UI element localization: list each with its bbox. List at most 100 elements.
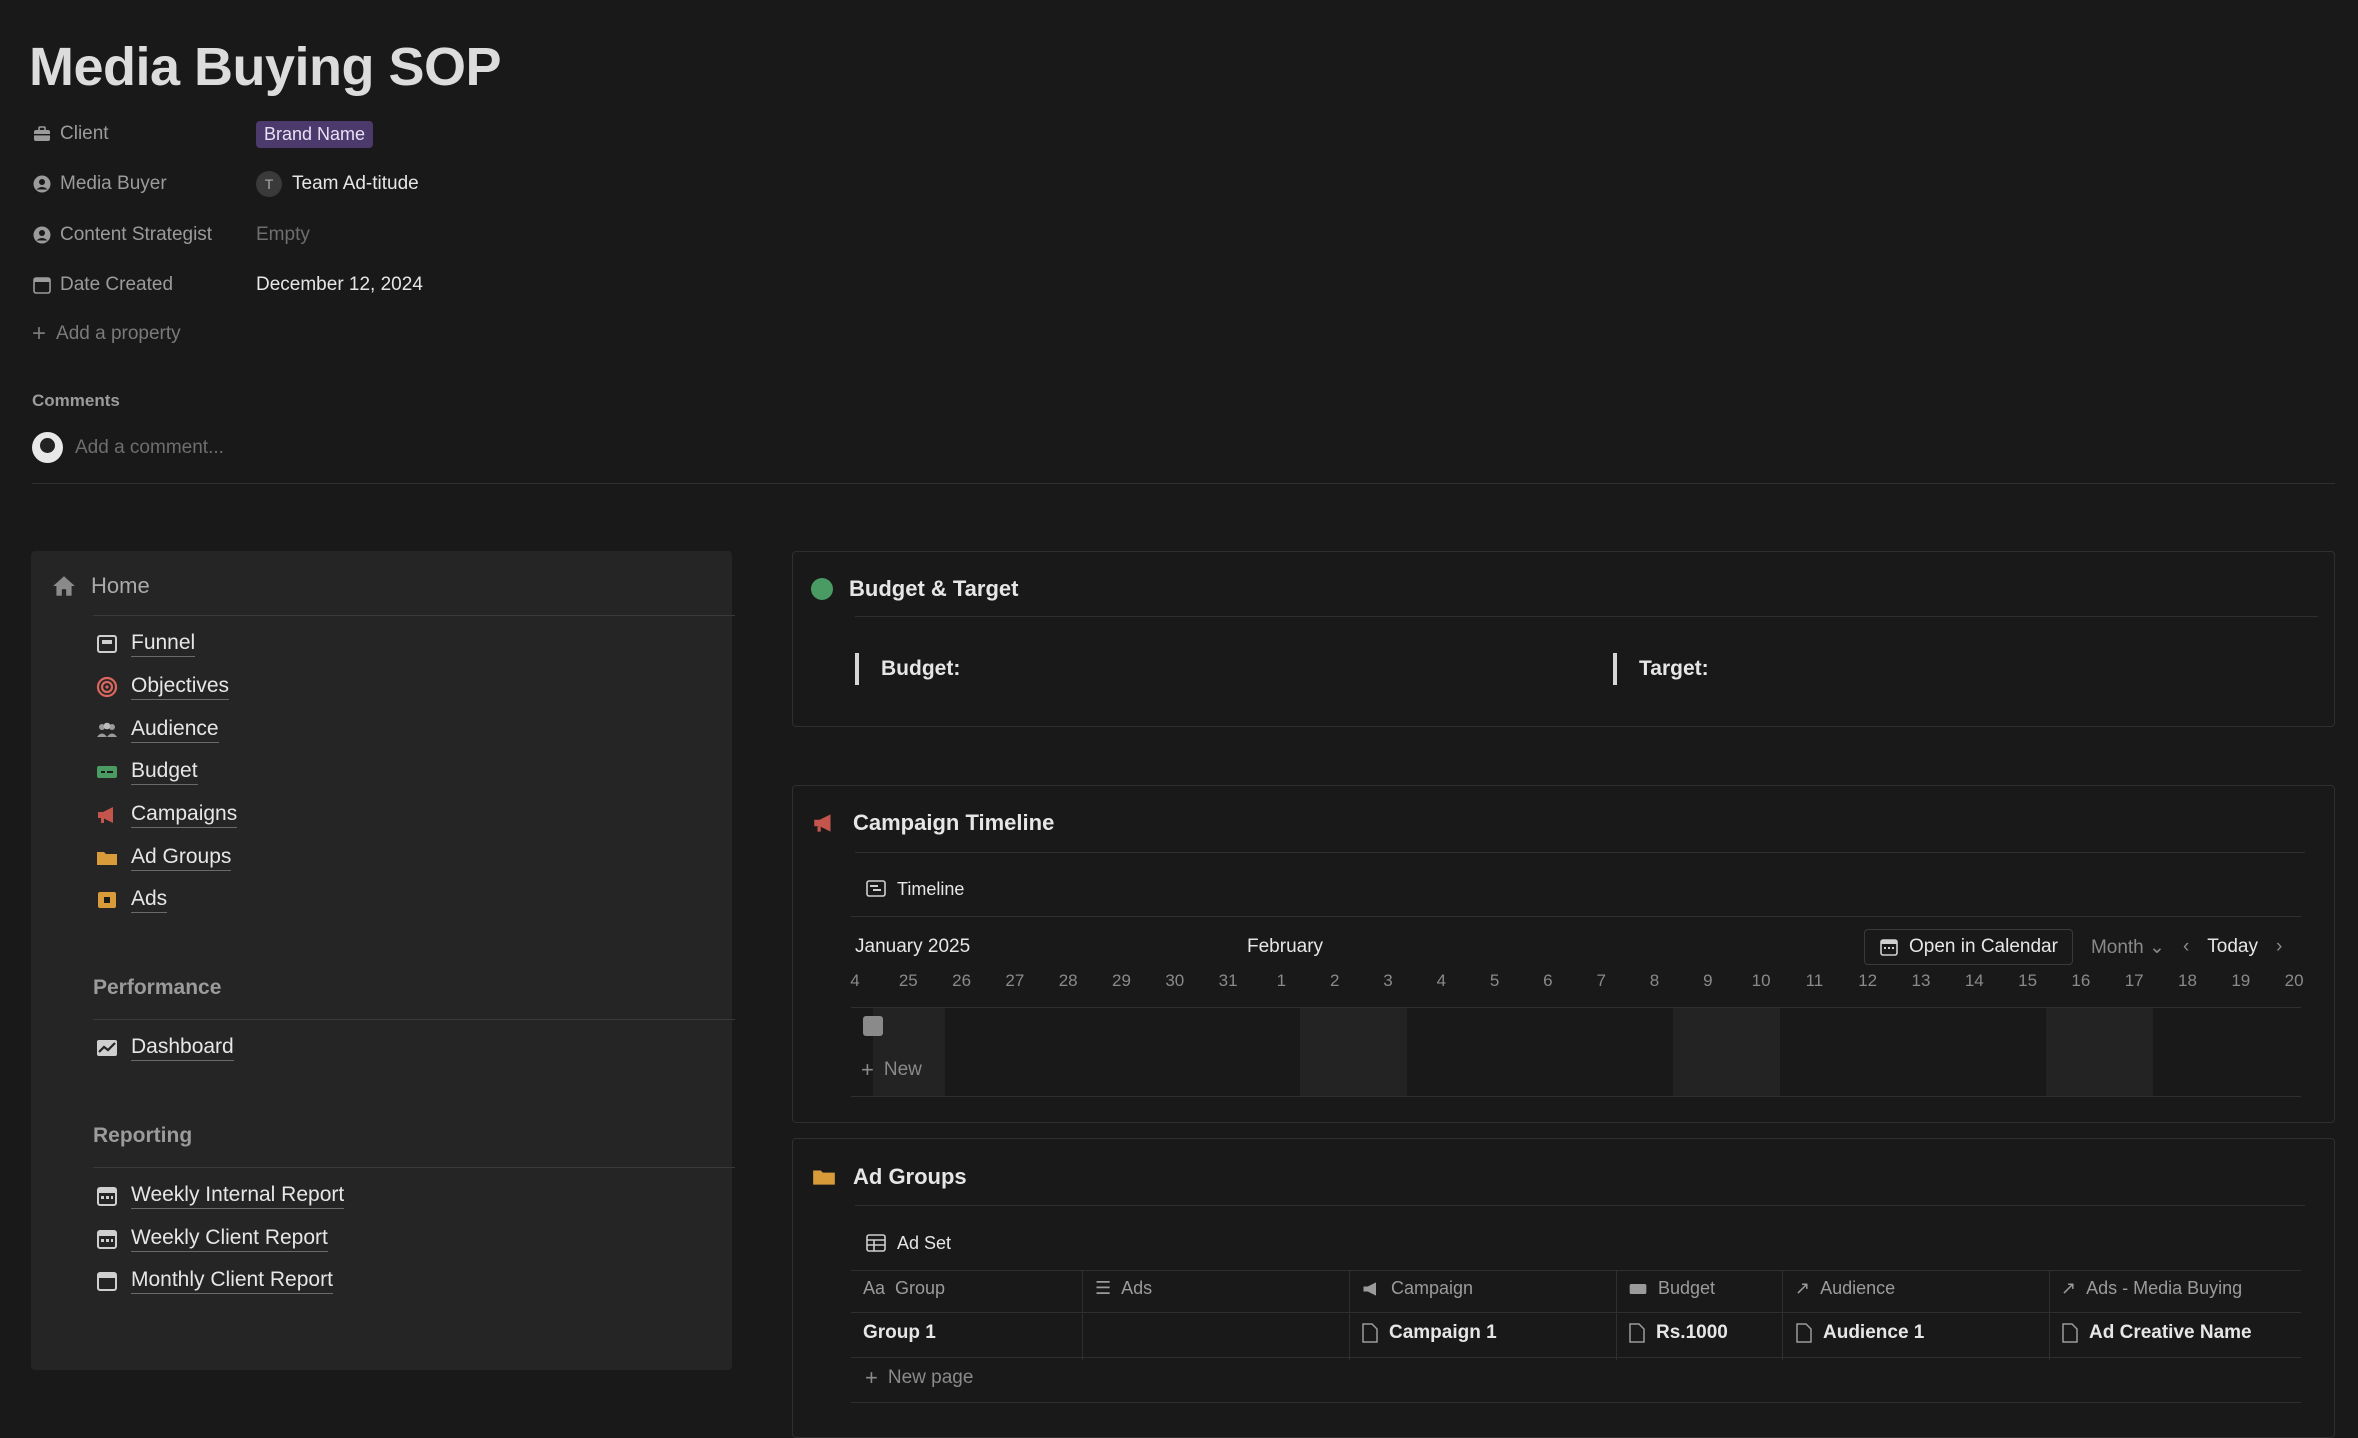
timeline-day-label: 19 <box>2231 971 2251 990</box>
nav-item-ad-groups[interactable]: Ad Groups <box>95 845 232 871</box>
page-icon <box>2062 1323 2078 1343</box>
money-icon <box>97 766 117 778</box>
divider <box>851 1270 2301 1271</box>
money-icon <box>1629 1283 1647 1294</box>
table-cell-ads-media-buying[interactable]: Ad Creative Name <box>2061 1322 2252 1344</box>
chart-icon <box>97 1040 117 1056</box>
property-label: Client <box>60 123 109 144</box>
timeline-day-label: 4 <box>850 971 860 990</box>
divider <box>32 483 2335 484</box>
nav-home[interactable]: Home <box>51 573 150 599</box>
open-in-calendar-button[interactable]: Open in Calendar <box>1864 929 2073 965</box>
divider <box>851 1096 2301 1097</box>
add-property-button[interactable]: + Add a property <box>32 322 181 346</box>
property-media-buyer[interactable]: Media Buyer T Team Ad-titude <box>32 167 632 201</box>
nav-item-budget[interactable]: Budget <box>95 759 198 785</box>
nav-item-funnel[interactable]: Funnel <box>95 631 196 657</box>
ad-groups-card: Ad Groups Ad Set Aa Group ☰ Ads Campaign B… <box>792 1138 2335 1438</box>
avatar: T <box>256 171 282 197</box>
nav-home-label: Home <box>91 573 150 598</box>
nav-item-weekly-client-report[interactable]: Weekly Client Report <box>95 1226 328 1252</box>
arrow-up-right-icon: ↗ <box>1795 1278 1811 1298</box>
tab-timeline[interactable]: Timeline <box>865 878 964 900</box>
folder-icon <box>97 852 117 865</box>
funnel-icon <box>97 635 117 653</box>
nav-item-weekly-internal-report[interactable]: Weekly Internal Report <box>95 1183 345 1209</box>
today-button[interactable]: Today <box>2207 936 2258 958</box>
comments-heading: Comments <box>32 391 120 410</box>
target-label[interactable]: Target: <box>1613 653 1709 685</box>
property-client[interactable]: Client Brand Name <box>32 117 632 151</box>
tab-ad-set[interactable]: Ad Set <box>865 1232 951 1254</box>
column-header-audience[interactable]: ↗ Audience <box>1795 1278 1895 1299</box>
chevron-down-icon: ⌄ <box>2149 936 2165 958</box>
date-created-value[interactable]: December 12, 2024 <box>256 274 423 296</box>
nav-item-label: Monthly Client Report <box>131 1268 333 1294</box>
nav-section-reporting: Reporting <box>93 1124 193 1147</box>
divider <box>851 1357 2301 1358</box>
timeline-day-label: 13 <box>1911 971 1931 990</box>
budget-label[interactable]: Budget: <box>855 653 960 685</box>
divider <box>93 1019 735 1020</box>
timeline-new-button[interactable]: + New <box>861 1059 922 1081</box>
column-header-group[interactable]: Aa Group <box>863 1278 945 1299</box>
divider <box>93 615 735 616</box>
campaign-timeline-card: Campaign Timeline Timeline January 2025 … <box>792 785 2335 1123</box>
timeline-day-label: 2 <box>1329 971 1340 990</box>
plus-icon: + <box>865 1365 878 1390</box>
property-content-strategist[interactable]: Content Strategist Empty <box>32 218 632 252</box>
comment-input[interactable]: Add a comment... <box>32 432 224 463</box>
table-cell-audience[interactable]: Audience 1 <box>1795 1322 1924 1344</box>
folder-icon <box>813 1170 835 1185</box>
client-tag[interactable]: Brand Name <box>256 120 374 148</box>
weekend-column <box>2046 1008 2153 1096</box>
page-icon <box>1796 1323 1812 1343</box>
timeline-day-label: 8 <box>1649 971 1660 990</box>
column-header-ads-media-buying[interactable]: ↗ Ads - Media Buying <box>2061 1278 2242 1299</box>
film-icon <box>98 892 116 908</box>
nav-item-objectives[interactable]: Objectives <box>95 674 230 700</box>
scroll-back-icon[interactable] <box>863 1016 883 1036</box>
calendar-icon <box>33 277 51 294</box>
page-title[interactable]: Media Buying SOP <box>29 36 502 98</box>
timeline-day-label: 25 <box>898 971 918 990</box>
nav-item-ads[interactable]: Ads <box>95 887 168 913</box>
content-strategist-value[interactable]: Empty <box>256 224 310 246</box>
timeline-day-label: 31 <box>1218 971 1238 990</box>
nav-item-audience[interactable]: Audience <box>95 717 219 743</box>
nav-item-dashboard[interactable]: Dashboard <box>95 1035 234 1061</box>
nav-item-monthly-client-report[interactable]: Monthly Client Report <box>95 1268 333 1294</box>
column-label: Ads <box>1121 1278 1153 1298</box>
table-cell-budget[interactable]: Rs.1000 <box>1628 1322 1728 1344</box>
divider <box>1616 1270 1617 1360</box>
new-page-button[interactable]: + New page <box>865 1367 973 1389</box>
megaphone-icon <box>98 807 113 823</box>
nav-item-label: Ads <box>131 887 168 913</box>
divider <box>851 1402 2301 1403</box>
divider <box>855 1205 2305 1206</box>
media-buyer-value[interactable]: Team Ad-titude <box>292 173 419 195</box>
page-icon <box>1362 1323 1378 1343</box>
timeline-day-label: 9 <box>1703 971 1713 990</box>
table-cell-group[interactable]: Group 1 <box>863 1322 936 1344</box>
nav-item-campaigns[interactable]: Campaigns <box>95 802 238 828</box>
column-label: Audience <box>1820 1278 1896 1298</box>
chevron-left-icon[interactable]: ‹ <box>2183 936 2189 958</box>
column-header-budget[interactable]: Budget <box>1628 1278 1715 1299</box>
divider <box>1782 1270 1783 1360</box>
calendar-icon <box>97 1230 117 1249</box>
tab-label: Timeline <box>897 878 965 899</box>
column-header-campaign[interactable]: Campaign <box>1361 1278 1473 1299</box>
page-icon <box>1629 1323 1645 1343</box>
timeline-day-label: 4 <box>1436 971 1447 990</box>
period-select[interactable]: Month ⌄ <box>2091 936 2165 959</box>
property-date-created[interactable]: Date Created December 12, 2024 <box>32 268 632 302</box>
megaphone-icon <box>1363 1281 1376 1296</box>
people-icon <box>97 722 117 737</box>
table-cell-campaign[interactable]: Campaign 1 <box>1361 1322 1497 1344</box>
comment-placeholder: Add a comment... <box>75 436 224 458</box>
chevron-right-icon[interactable]: › <box>2276 936 2282 958</box>
plus-icon: + <box>861 1057 874 1082</box>
nav-item-label: Objectives <box>131 674 230 700</box>
column-header-ads[interactable]: ☰ Ads <box>1095 1278 1152 1299</box>
